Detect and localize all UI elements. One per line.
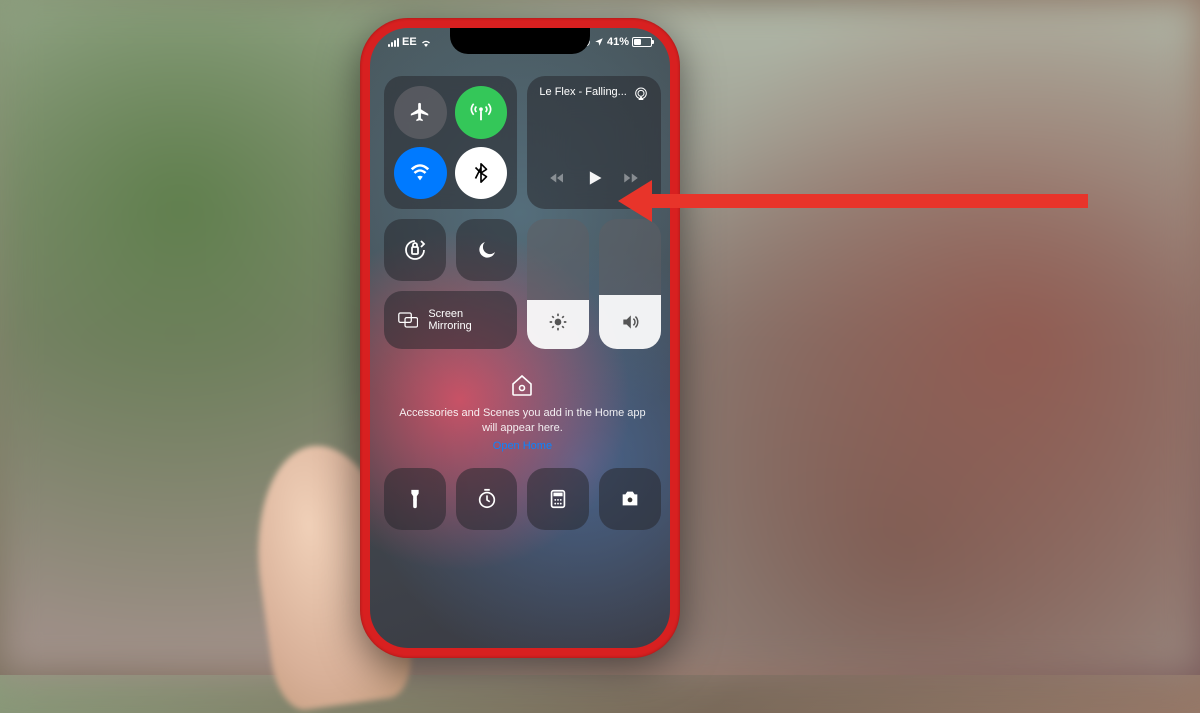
location-icon (594, 37, 604, 47)
battery-icon (632, 37, 652, 47)
airplane-mode-button[interactable] (394, 86, 447, 139)
timer-icon (476, 488, 498, 510)
orientation-lock-button[interactable] (384, 219, 446, 281)
home-section: Accessories and Scenes you add in the Ho… (384, 359, 661, 458)
connectivity-tile (384, 76, 517, 209)
flashlight-icon (404, 488, 426, 510)
screen: EE 41% (370, 28, 670, 648)
flashlight-button[interactable] (384, 468, 446, 530)
open-home-link[interactable]: Open Home (392, 440, 653, 452)
airplay-audio-icon[interactable] (633, 86, 649, 102)
calculator-icon (547, 488, 569, 510)
timer-button[interactable] (456, 468, 518, 530)
play-button[interactable] (584, 168, 604, 193)
screen-mirroring-label: Screen Mirroring (428, 308, 503, 332)
volume-slider[interactable] (599, 219, 661, 349)
airplane-icon (409, 101, 431, 123)
brightness-icon (548, 312, 568, 337)
wifi-icon (420, 38, 432, 47)
annotation-arrow (618, 180, 1088, 220)
brightness-slider[interactable] (527, 219, 589, 349)
cellular-data-button[interactable] (455, 86, 508, 139)
now-playing-title: Le Flex - Falling... (539, 86, 626, 100)
wifi-button[interactable] (394, 147, 447, 200)
calculator-button[interactable] (527, 468, 589, 530)
orientation-lock-icon (403, 238, 427, 262)
home-message: Accessories and Scenes you add in the Ho… (392, 406, 653, 436)
bluetooth-button[interactable] (455, 147, 508, 200)
carrier-label: EE (402, 36, 417, 48)
battery-percent: 41% (607, 36, 629, 48)
cellular-antenna-icon (470, 101, 492, 123)
bluetooth-icon (470, 162, 492, 184)
do-not-disturb-button[interactable] (456, 219, 518, 281)
iphone-device: EE 41% (360, 18, 680, 658)
screen-mirroring-icon (398, 311, 418, 329)
camera-button[interactable] (599, 468, 661, 530)
previous-track-button[interactable] (548, 169, 566, 192)
moon-icon (475, 238, 499, 262)
cellular-signal-icon (388, 38, 399, 47)
notch (450, 28, 590, 54)
wifi-icon (409, 162, 431, 184)
control-center: Le Flex - Falling... (370, 76, 670, 526)
volume-icon (620, 312, 640, 337)
home-icon (510, 373, 534, 400)
camera-icon (619, 488, 641, 510)
screen-mirroring-button[interactable]: Screen Mirroring (384, 291, 517, 349)
